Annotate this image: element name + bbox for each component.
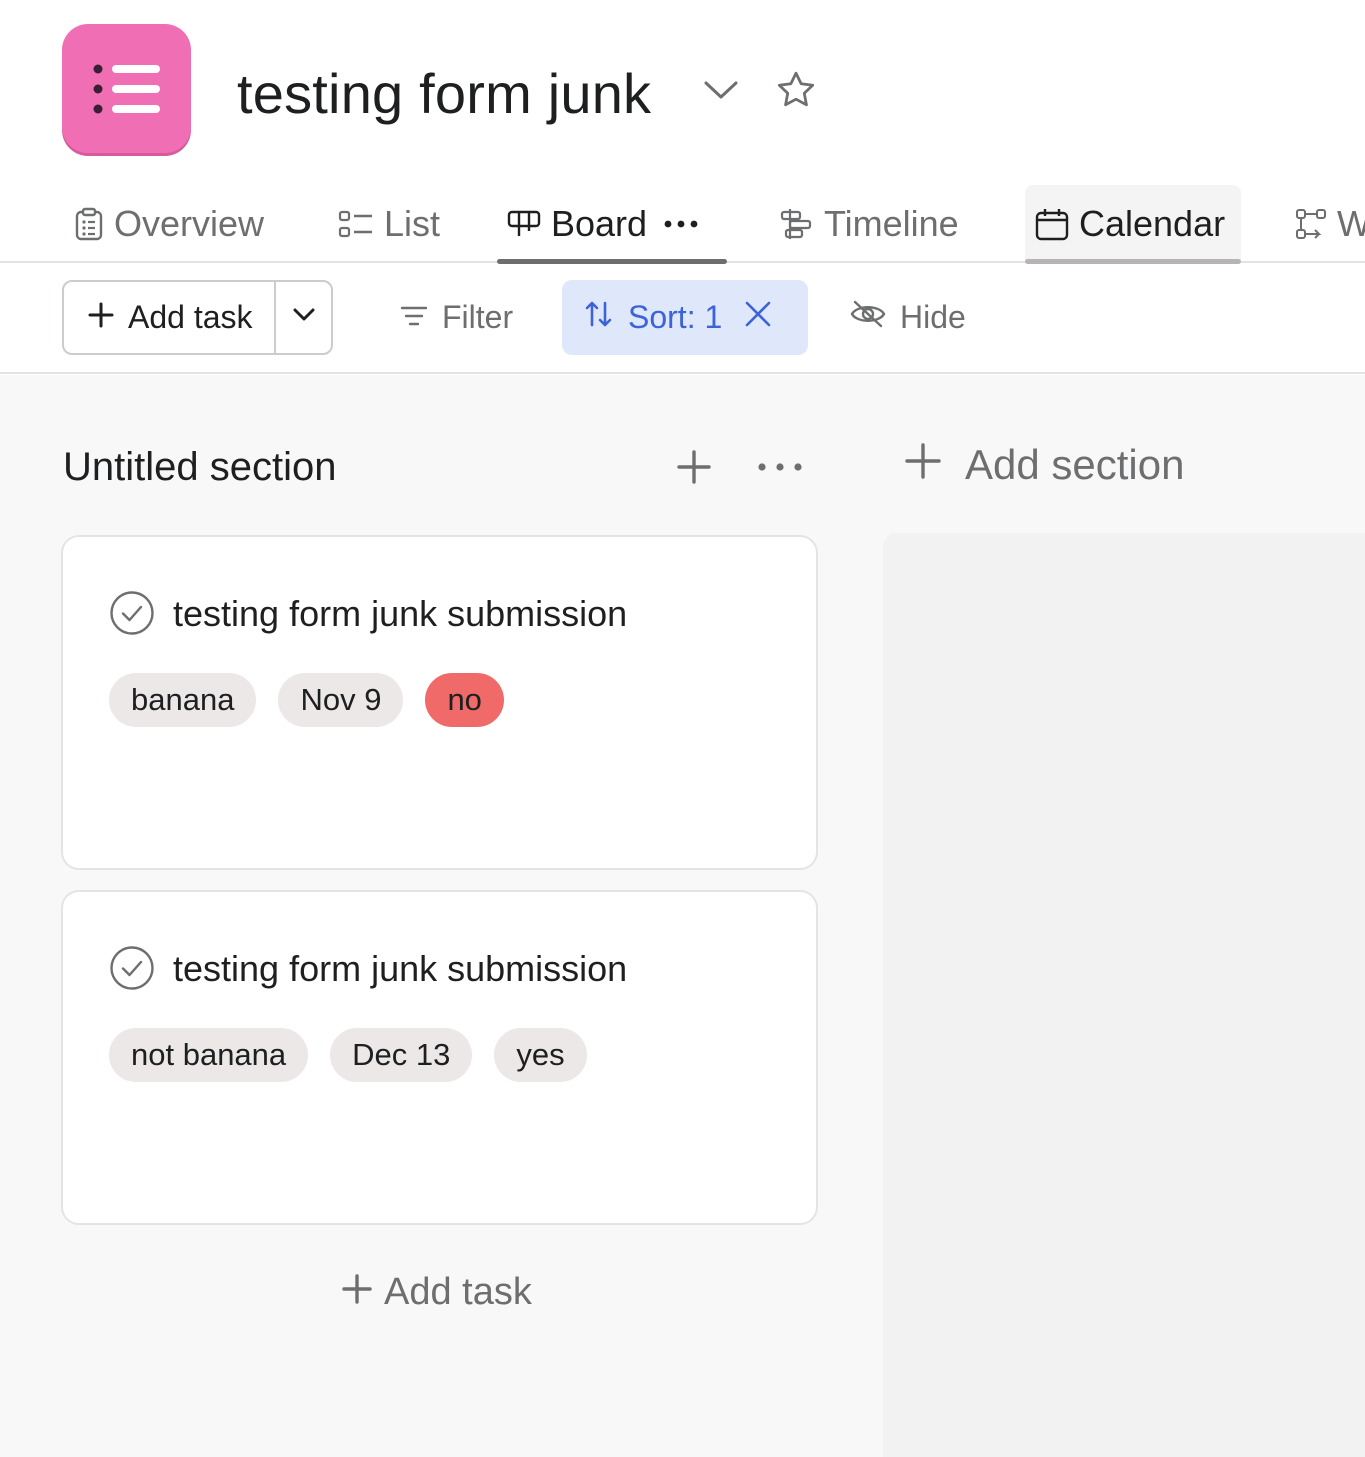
sort-label: Sort: 1 [628, 299, 723, 335]
tab-timeline[interactable]: Timeline [780, 185, 959, 263]
list-view-icon [338, 209, 374, 239]
board-canvas: Untitled section Add section testing for… [0, 375, 1365, 1457]
section-add-task-icon[interactable] [672, 445, 716, 489]
plus-icon [905, 441, 941, 489]
tab-board[interactable]: Board [497, 185, 727, 264]
chevron-down-icon [292, 307, 316, 328]
section-add-task-button[interactable]: Add task [342, 1271, 532, 1314]
tab-label: Timeline [824, 203, 959, 244]
task-title: testing form junk submission [173, 948, 628, 989]
tab-label: W [1337, 203, 1365, 244]
page: testing form junk Overview List Board Ti… [0, 0, 1365, 1457]
tab-label: Overview [114, 203, 265, 244]
chevron-down-icon[interactable] [700, 72, 742, 108]
status-chip: yes [494, 1028, 587, 1082]
section-title[interactable]: Untitled section [63, 445, 336, 490]
sort-arrows-icon [584, 299, 614, 337]
more-icon[interactable] [663, 219, 699, 229]
add-task-button[interactable]: Add task [64, 282, 276, 353]
tab-workflow[interactable]: W [1295, 185, 1365, 263]
custom-field-chip: not banana [109, 1028, 309, 1082]
add-section-label: Add section [965, 441, 1185, 488]
calendar-icon [1035, 207, 1069, 241]
filter-button[interactable]: Filter [400, 280, 513, 355]
star-icon[interactable] [772, 66, 820, 114]
add-task-split-button: Add task [62, 280, 333, 355]
due-date-chip: Nov 9 [278, 673, 404, 727]
add-task-label: Add task [384, 1271, 532, 1313]
add-section-button[interactable]: Add section [905, 441, 1184, 489]
hide-button[interactable]: Hide [850, 280, 966, 355]
status-chip: no [425, 673, 504, 727]
board-icon [507, 209, 541, 239]
check-circle-icon[interactable] [109, 590, 155, 636]
tab-overview[interactable]: Overview [74, 185, 264, 263]
task-fields: not banana Dec 13 yes [109, 1028, 587, 1082]
custom-field-chip: banana [109, 673, 257, 727]
tab-list[interactable]: List [338, 185, 440, 263]
task-card[interactable]: testing form junk submission banana Nov … [61, 535, 818, 870]
eye-slash-icon [850, 299, 886, 336]
add-task-label: Add task [128, 299, 253, 335]
check-circle-icon[interactable] [109, 945, 155, 991]
hide-label: Hide [900, 299, 966, 335]
project-tabs: Overview List Board Timeline Calendar W [0, 185, 1365, 264]
tab-calendar[interactable]: Calendar [1025, 185, 1241, 264]
project-title[interactable]: testing form junk [237, 60, 651, 128]
board-toolbar: Add task Filter Sort: 1 Hide [0, 264, 1365, 374]
filter-label: Filter [442, 299, 514, 335]
plus-icon [88, 299, 114, 336]
plus-icon [342, 1271, 372, 1314]
project-header: testing form junk [0, 0, 1365, 185]
filter-icon [400, 299, 428, 336]
task-title: testing form junk submission [173, 593, 628, 634]
workflow-icon [1295, 208, 1327, 240]
tab-label: List [384, 203, 441, 244]
sort-button[interactable]: Sort: 1 [562, 280, 808, 355]
due-date-chip: Dec 13 [330, 1028, 473, 1082]
clipboard-icon [74, 207, 104, 241]
empty-section-column [883, 533, 1365, 1457]
tab-label: Calendar [1079, 203, 1226, 244]
clear-sort-icon[interactable] [744, 299, 772, 336]
tab-label: Board [551, 203, 648, 244]
section-more-icon[interactable] [754, 445, 806, 489]
project-list-icon[interactable] [62, 24, 191, 153]
task-card[interactable]: testing form junk submission not banana … [61, 890, 818, 1225]
timeline-icon [780, 207, 814, 241]
add-task-dropdown[interactable] [276, 282, 331, 353]
task-fields: banana Nov 9 no [109, 673, 504, 727]
